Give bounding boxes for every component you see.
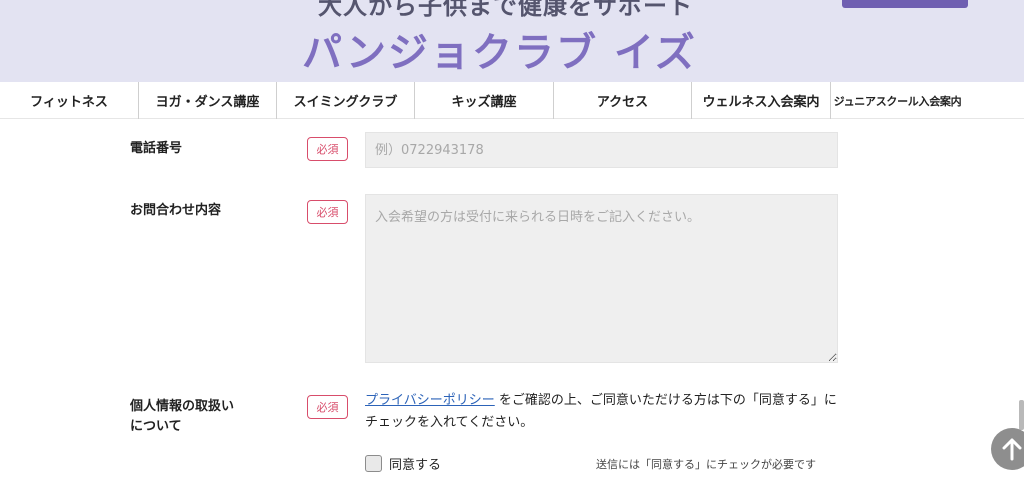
arrow-up-icon: [1002, 438, 1022, 461]
privacy-required-badge: 必須: [307, 395, 348, 419]
privacy-label-line2: について: [130, 419, 182, 434]
agree-checkbox[interactable]: [365, 455, 382, 472]
inquiry-required-badge: 必須: [307, 200, 348, 224]
nav-item-access[interactable]: アクセス: [554, 82, 692, 119]
inquiry-label: お問合わせ内容: [130, 203, 222, 218]
scrollbar-thumb[interactable]: [1019, 400, 1024, 430]
phone-label: 電話番号: [130, 141, 183, 156]
nav-item-fitness[interactable]: フィットネス: [0, 82, 139, 119]
agree-label[interactable]: 同意する: [389, 454, 441, 473]
privacy-label: 個人情報の取扱い について: [130, 397, 234, 437]
nav-item-yoga-dance[interactable]: ヨガ・ダンス講座: [139, 82, 277, 119]
inquiry-textarea[interactable]: [365, 194, 838, 363]
phone-input[interactable]: [365, 132, 838, 168]
agree-checkbox-group[interactable]: 同意する: [365, 454, 441, 473]
nav-item-kids[interactable]: キッズ講座: [415, 82, 554, 119]
nav-item-wellness-join[interactable]: ウェルネス入会案内: [692, 82, 831, 119]
nav-item-swimming[interactable]: スイミングクラブ: [277, 82, 415, 119]
scroll-to-top-button[interactable]: [991, 428, 1024, 470]
site-tagline: 大人から子供まで健康をサポート: [318, 0, 693, 20]
nav-item-junior-join[interactable]: ジュニアスクール入会案内: [831, 82, 964, 119]
site-logo[interactable]: パンジョクラブ イズ: [302, 20, 697, 78]
privacy-description: プライバシーポリシー をご確認の上、ご同意いただける方は下の「同意する」にチェッ…: [365, 390, 841, 434]
header-button[interactable]: [842, 0, 968, 8]
agree-note: 送信には「同意する」にチェックが必要です: [596, 458, 816, 471]
main-nav: フィットネス ヨガ・ダンス講座 スイミングクラブ キッズ講座 アクセス ウェルネ…: [0, 82, 1024, 119]
privacy-policy-link[interactable]: プライバシーポリシー: [365, 393, 495, 408]
privacy-label-line1: 個人情報の取扱い: [130, 399, 235, 414]
phone-required-badge: 必須: [307, 137, 348, 161]
site-header: 大人から子供まで健康をサポート パンジョクラブ イズ: [0, 0, 1024, 82]
